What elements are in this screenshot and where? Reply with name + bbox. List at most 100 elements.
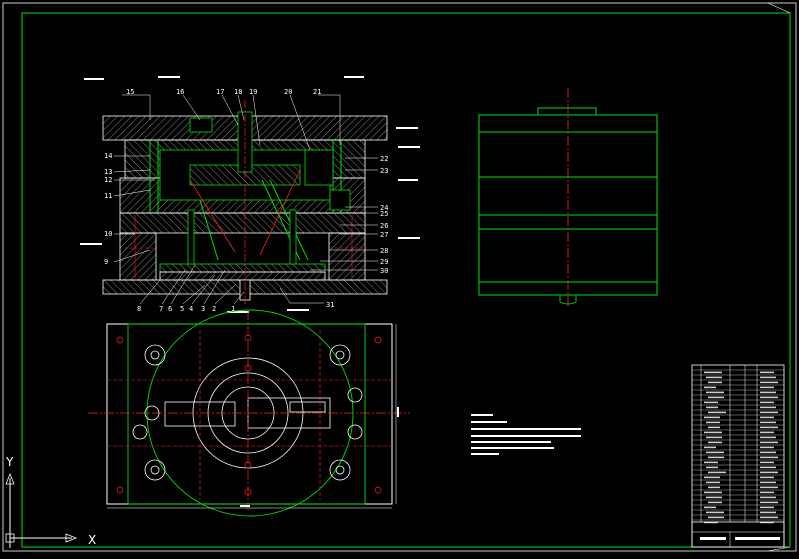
callout-label: 25 bbox=[380, 210, 388, 218]
parts-list-entry bbox=[704, 491, 722, 494]
callout-label: 13 bbox=[104, 168, 112, 176]
ucs-y-label: Y bbox=[5, 455, 14, 469]
callout-label: 3 bbox=[201, 305, 205, 313]
parts-list-material bbox=[760, 461, 774, 464]
guide-pillar-hole bbox=[144, 459, 166, 481]
side-view bbox=[478, 88, 658, 308]
parts-list-entry bbox=[706, 376, 722, 379]
screw-hole bbox=[116, 486, 124, 494]
parts-list-material bbox=[760, 511, 776, 514]
ejector-plate bbox=[159, 271, 326, 281]
callout-label: 30 bbox=[380, 267, 388, 275]
parts-list-entry bbox=[704, 431, 722, 434]
parts-list-entry bbox=[704, 416, 720, 419]
notes-title bbox=[471, 414, 493, 416]
parts-list-entry bbox=[704, 476, 720, 479]
callout-label: 20 bbox=[284, 88, 292, 96]
parts-list-entry bbox=[708, 411, 726, 414]
callout-label: 19 bbox=[249, 88, 257, 96]
callout-label: 9 bbox=[104, 258, 108, 266]
fit-note bbox=[344, 76, 364, 78]
plan-view bbox=[88, 309, 410, 517]
notes-line bbox=[471, 447, 554, 449]
spacer-block-right bbox=[328, 232, 366, 281]
screw-hole bbox=[374, 336, 382, 344]
parts-list-material bbox=[760, 446, 774, 449]
parts-list-material bbox=[760, 401, 774, 404]
callout-label: 11 bbox=[104, 192, 112, 200]
parts-list-entry bbox=[708, 486, 720, 489]
slide-block bbox=[304, 149, 334, 186]
guide-pillar-hole bbox=[150, 350, 160, 360]
dimension-value bbox=[397, 407, 399, 417]
fit-note bbox=[84, 78, 104, 80]
fit-note bbox=[398, 237, 420, 239]
parts-list-material bbox=[760, 471, 778, 474]
parts-list-material bbox=[760, 371, 774, 374]
return-pin bbox=[289, 209, 297, 265]
side-view-top-boss bbox=[537, 107, 597, 116]
sheet-corner-line bbox=[767, 546, 791, 552]
callout-label: 22 bbox=[380, 155, 388, 163]
spacer-block-left bbox=[119, 232, 157, 281]
callout-label: 4 bbox=[189, 305, 193, 313]
notes-line bbox=[471, 441, 551, 443]
callout-label: 28 bbox=[380, 247, 388, 255]
parts-list-material bbox=[760, 416, 774, 419]
fit-note bbox=[396, 127, 418, 129]
cad-drawing-canvas: 15 16 17 18 19 20 21 14 13 12 11 10 9 22… bbox=[2, 2, 797, 552]
support-plate bbox=[119, 212, 366, 234]
parts-list-entry bbox=[706, 421, 720, 424]
parts-list-entry bbox=[704, 371, 722, 374]
guide-pillar-hole bbox=[144, 344, 166, 366]
fit-note bbox=[287, 309, 309, 311]
parts-list-material bbox=[760, 501, 778, 504]
parts-list-material bbox=[760, 441, 778, 444]
parts-list-material bbox=[760, 406, 776, 409]
sheet-corner-line bbox=[767, 2, 791, 14]
parts-list-entry bbox=[706, 496, 722, 499]
parts-list-material bbox=[760, 431, 774, 434]
parts-list-entry bbox=[704, 401, 718, 404]
callout-label: 7 bbox=[159, 305, 163, 313]
notes-line bbox=[471, 428, 581, 430]
parts-list-material bbox=[760, 421, 776, 424]
notes-line bbox=[471, 435, 581, 437]
return-pin-hole bbox=[132, 424, 148, 440]
parts-list-entry bbox=[706, 451, 724, 454]
parts-list-material bbox=[760, 376, 776, 379]
fit-note bbox=[158, 76, 180, 78]
parts-list-material bbox=[760, 396, 778, 399]
ucs-x-label: X bbox=[88, 533, 96, 547]
fit-note bbox=[398, 179, 418, 181]
callout-label: 31 bbox=[326, 301, 334, 309]
parts-list-material bbox=[760, 516, 778, 519]
parts-list-entry bbox=[706, 466, 718, 469]
dimension-value bbox=[240, 505, 250, 507]
title-block-footer bbox=[691, 521, 785, 548]
parts-list-material bbox=[760, 486, 778, 489]
callout-label: 27 bbox=[380, 231, 388, 239]
parts-list-material bbox=[760, 386, 774, 389]
parts-list-entry bbox=[706, 436, 722, 439]
parts-list-material bbox=[760, 491, 774, 494]
parts-list-entry bbox=[708, 426, 720, 429]
parts-list-entry bbox=[704, 506, 716, 509]
callout-label: 26 bbox=[380, 222, 388, 230]
technical-notes bbox=[471, 414, 581, 455]
parts-list-material bbox=[760, 496, 776, 499]
callout-label: 17 bbox=[216, 88, 224, 96]
parts-list-entry bbox=[708, 501, 722, 504]
parts-list-material bbox=[760, 506, 774, 509]
fit-note bbox=[80, 243, 102, 245]
parts-list-material bbox=[760, 466, 776, 469]
parts-list-material bbox=[760, 391, 776, 394]
parts-list-entry bbox=[708, 441, 722, 444]
notes-line bbox=[471, 421, 507, 423]
callout-label: 6 bbox=[168, 305, 172, 313]
callout-label: 2 bbox=[212, 305, 216, 313]
parts-list-entry bbox=[708, 396, 724, 399]
parts-list-entry bbox=[706, 481, 720, 484]
parts-list-material bbox=[760, 436, 776, 439]
parts-list-material bbox=[760, 411, 778, 414]
